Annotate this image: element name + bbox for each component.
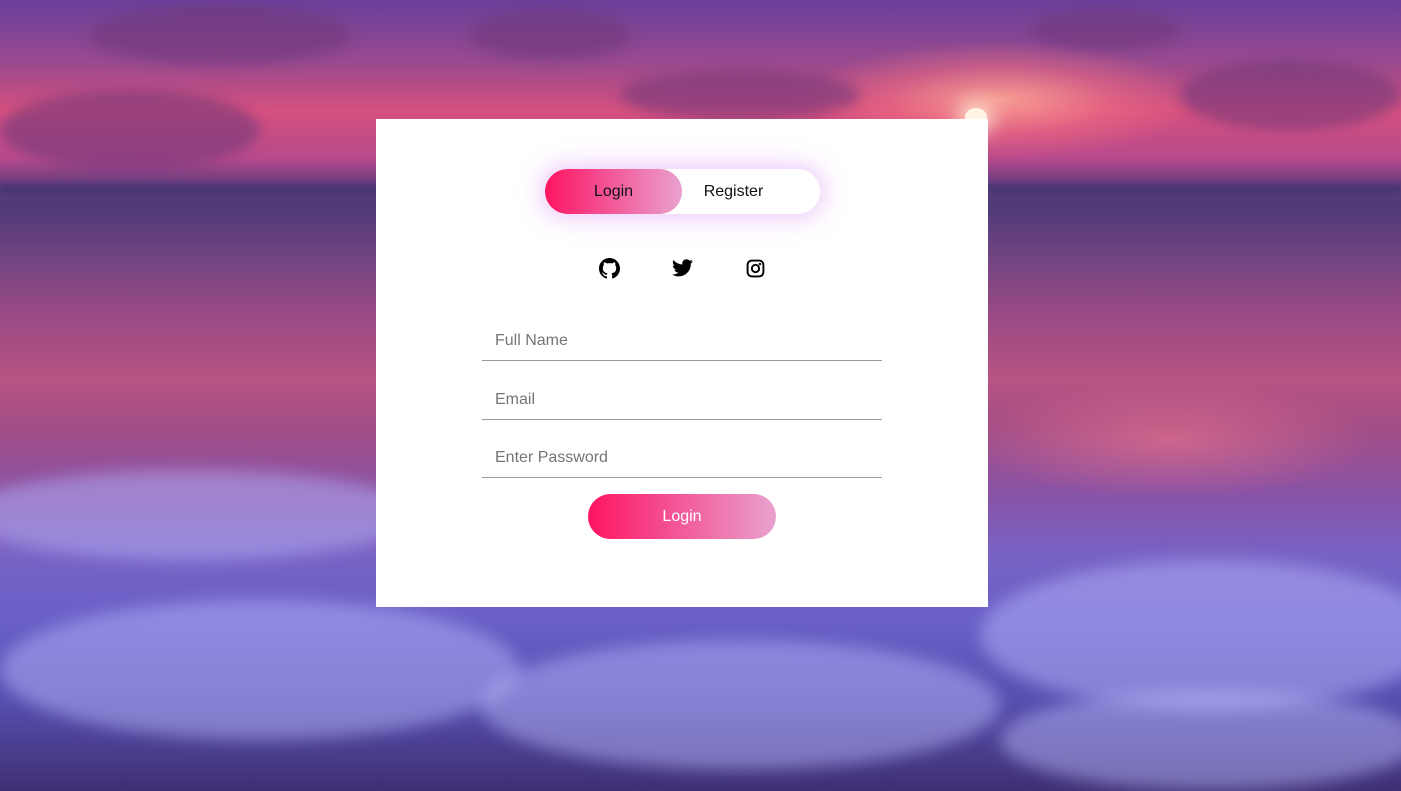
- instagram-icon: [746, 259, 764, 277]
- cloud: [1180, 60, 1400, 130]
- cloud: [0, 90, 260, 170]
- wave-foam: [480, 640, 1000, 770]
- twitter-icon: [671, 259, 693, 277]
- register-toggle-button[interactable]: Register: [667, 169, 800, 214]
- wave-foam: [0, 600, 520, 740]
- cloud: [90, 5, 350, 65]
- login-submit-button[interactable]: Login: [588, 494, 776, 539]
- full-name-input[interactable]: [482, 321, 882, 361]
- wave-foam: [980, 560, 1401, 710]
- password-input[interactable]: [482, 438, 882, 478]
- login-toggle-button[interactable]: Login: [545, 169, 682, 214]
- github-link[interactable]: [598, 257, 620, 279]
- email-input[interactable]: [482, 380, 882, 420]
- form-card: Register Login Login: [376, 119, 988, 607]
- instagram-link[interactable]: [744, 257, 766, 279]
- cloud: [1030, 10, 1180, 50]
- login-register-toggle: Register Login: [545, 169, 820, 214]
- water-reflection: [960, 380, 1380, 500]
- cloud: [620, 70, 860, 120]
- wave-foam: [1000, 690, 1401, 790]
- twitter-link[interactable]: [671, 257, 693, 279]
- github-icon: [598, 257, 620, 278]
- cloud: [470, 10, 630, 60]
- wave-foam: [0, 470, 420, 560]
